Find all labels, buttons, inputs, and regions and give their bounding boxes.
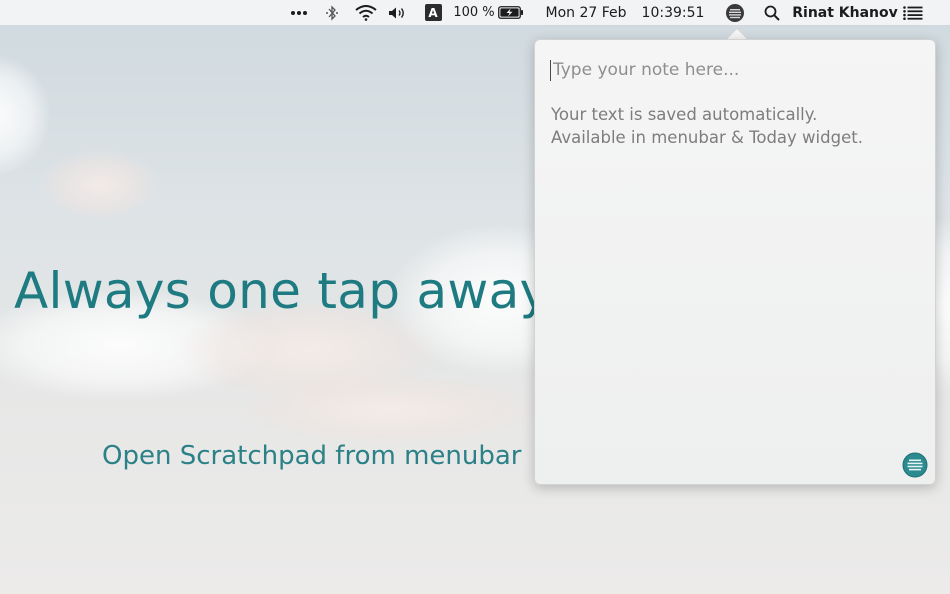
note-input[interactable] [551,56,921,84]
notification-center-icon[interactable] [900,0,926,25]
hint-line-available: Available in menubar & Today widget. [551,128,863,147]
ellipsis-icon[interactable] [286,0,312,25]
scratchpad-menubar-icon[interactable] [722,0,748,25]
menubar-date[interactable]: Mon 27 Feb [540,0,632,25]
subline: Open Scratchpad from menubar [102,441,522,471]
menubar: A 100 % Mon 27 Feb 10:39:51 Rinat Khanov [0,0,950,26]
menubar-time[interactable]: 10:39:51 [636,0,710,25]
battery-percent[interactable]: 100 % [452,0,496,25]
battery-icon[interactable] [496,0,526,25]
search-icon[interactable] [760,0,784,25]
wifi-icon[interactable] [353,0,379,25]
user-name[interactable]: Rinat Khanov [792,0,898,25]
scratchpad-popover: Your text is saved automatically. Availa… [534,39,936,485]
scratchpad-app-icon[interactable] [902,452,928,482]
hint-text: Your text is saved automatically. Availa… [551,103,921,149]
headline: Always one tap away [14,262,550,320]
hint-line-saved: Your text is saved automatically. [551,105,818,124]
bluetooth-icon[interactable] [322,0,342,25]
volume-icon[interactable] [386,0,410,25]
input-source-label: A [424,4,442,21]
input-source-icon[interactable]: A [423,0,443,25]
